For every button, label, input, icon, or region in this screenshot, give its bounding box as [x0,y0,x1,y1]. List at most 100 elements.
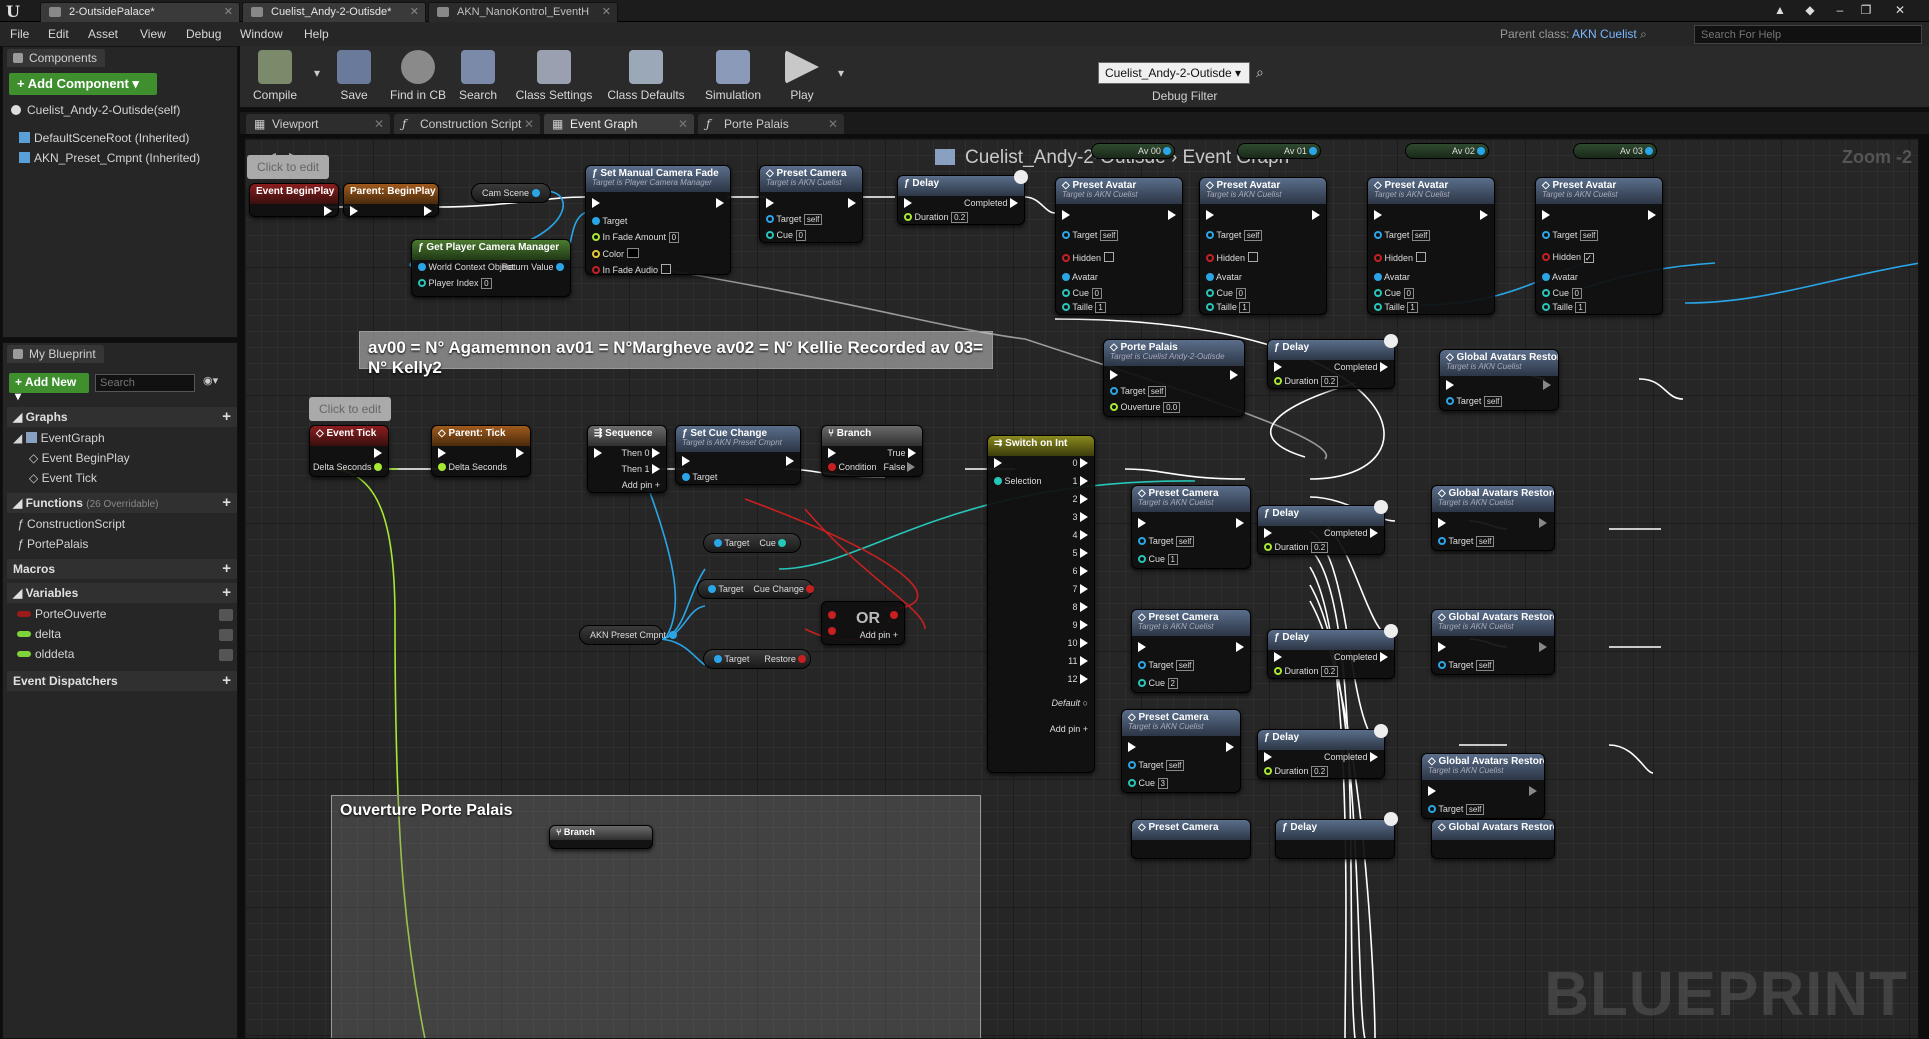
close-tab-icon[interactable]: ✕ [524,117,534,131]
exec-in-pin[interactable] [1110,370,1118,380]
hidden-checkbox-checked[interactable]: ✓ [1583,253,1594,263]
object-pin[interactable] [668,631,677,639]
switch-pin[interactable]: 4 [1072,530,1088,540]
target-pin[interactable]: Target self [1428,804,1485,815]
world-context-pin[interactable]: World Context Object [418,262,514,272]
exec-out-pin[interactable] [848,198,856,208]
exec-out-pin[interactable] [1236,518,1244,528]
component-self[interactable]: Cuelist_Andy-2-Outisde(self) [11,103,180,117]
exec-out-pin[interactable] [1543,380,1552,390]
hidden-pin[interactable]: Hidden ✓ [1542,252,1594,263]
exec-out-pin[interactable] [516,448,524,458]
add-pin-button[interactable]: Add pin + [622,480,660,490]
exec-out-pin[interactable] [1168,210,1176,220]
taille-pin[interactable]: Taille 1 [1206,302,1250,313]
node-preset-camera[interactable]: ◇ Preset Camera Target is AKN Cuelist Tar… [1121,709,1241,793]
exec-in-pin[interactable] [994,458,1002,468]
functions-section-header[interactable]: ◢ Functions (26 Overridable) + [7,493,237,513]
exec-in-pin[interactable] [1446,380,1454,390]
exec-in-pin[interactable] [682,456,690,466]
default-pin[interactable]: Default ○ [1052,698,1088,708]
notification-icon[interactable]: ▲ [1770,1,1790,19]
object-pin[interactable] [531,189,540,197]
click-to-edit-bubble[interactable]: Click to edit [309,397,392,421]
component-akn-preset[interactable]: AKN_Preset_Cmpnt (Inherited) [19,151,200,165]
find-in-cb-button[interactable]: Find in CB [386,50,450,102]
selection-pin[interactable]: Selection [994,476,1042,486]
hidden-checkbox[interactable] [1103,252,1114,262]
target-pin[interactable] [708,585,716,593]
visibility-eye-icon[interactable]: ◉▾ [203,374,218,387]
comment-avatars[interactable]: av00 = N° Agamemnon av01 = N°Margheve av… [359,331,993,377]
menu-asset[interactable]: Asset [88,27,118,41]
exec-in-pin[interactable] [1274,652,1282,662]
components-tab[interactable]: Components [7,49,106,67]
target-pin[interactable]: Target self [1110,386,1167,397]
comment-ouverture-porte-palais[interactable]: Ouverture Porte Palais [331,795,981,1038]
macros-section-header[interactable]: Macros + [7,559,237,579]
node-delay[interactable]: ƒ Delay Completed Duration 0.2 [1257,724,1388,779]
exec-out-pin[interactable] [1539,518,1548,528]
add-function-icon[interactable]: + [222,494,231,511]
target-pin[interactable]: Target self [1438,660,1495,671]
avatar-pin[interactable]: Avatar [1542,272,1578,282]
cue-output-pin[interactable] [778,539,787,547]
menu-debug[interactable]: Debug [186,27,221,41]
tab-construction-script[interactable]: ƒ Construction Script ✕ [394,114,540,134]
node-preset-camera[interactable]: ◇ Preset Camera Target is AKN Cuelist Tar… [1131,609,1251,693]
exec-in-pin[interactable] [1438,518,1446,528]
visibility-eye-icon[interactable] [219,649,233,661]
exec-in-pin[interactable] [1128,742,1136,752]
exec-out-pin[interactable] [324,206,332,216]
cue-pin[interactable]: Cue 0 [1374,288,1414,299]
add-graph-icon[interactable]: + [222,408,231,425]
cue-pin[interactable]: Cue 0 [1542,288,1582,299]
exec-in-pin[interactable] [904,198,912,208]
doc-tab-nanokontrol[interactable]: AKN_NanoKontrol_EventH ✕ [428,2,618,22]
close-tab-icon[interactable]: ✕ [374,117,384,131]
search-icon[interactable]: ⌕ [1640,27,1647,41]
variables-section-header[interactable]: ◢ Variables + [7,583,237,603]
exec-in-pin[interactable] [594,448,602,458]
exec-out-pin[interactable] [1312,210,1320,220]
minimize-icon[interactable]: – [1830,1,1850,19]
node-branch[interactable]: ⑂ Branch [549,825,653,849]
node-porte-palais[interactable]: ◇ Porte Palais Target is Cuelist Andy-2-O… [1103,339,1245,417]
var-av03[interactable]: Av 03 [1573,143,1657,159]
variable-item[interactable]: olddeta [17,647,74,661]
cue-pin[interactable]: Cue 0 [766,230,806,241]
compile-button[interactable]: Compile [248,50,302,102]
exec-in-pin[interactable] [350,206,358,216]
target-pin[interactable]: Target self [1206,230,1263,241]
compile-options-chevron-icon[interactable]: ▾ [310,66,324,80]
node-branch[interactable]: ⑂ Branch True Condition False [821,425,923,477]
node-event-tick[interactable]: ◇ Event Tick Delta Seconds [309,425,389,477]
exec-in-pin[interactable] [766,198,774,208]
node-get-player-camera-manager[interactable]: ƒ Get Player Camera Manager World Contex… [411,239,571,297]
save-button[interactable]: Save [332,50,376,102]
then0-pin[interactable]: Then 0 [621,448,660,458]
graph-item-tick[interactable]: ◇ Event Tick [29,471,97,485]
exec-in-pin[interactable] [592,198,600,208]
exec-out-pin[interactable] [374,448,382,458]
duration-pin[interactable]: Duration 0.2 [1274,376,1339,387]
menu-help[interactable]: Help [304,27,329,41]
fade-audio-pin[interactable]: In Fade Audio [592,264,671,275]
target-pin[interactable]: Target self [1128,760,1185,771]
get-cue-change-node[interactable]: Target Cue Change [697,579,815,599]
var-cam-scene[interactable]: Cam Scene [471,183,551,203]
exec-out-pin[interactable] [1230,370,1238,380]
var-av00[interactable]: Av 00 [1091,143,1175,159]
exec-in-pin[interactable] [438,448,446,458]
close-window-icon[interactable]: ✕ [1890,1,1910,19]
target-pin[interactable]: Target self [1062,230,1119,241]
fade-audio-checkbox[interactable] [660,264,671,274]
node-event-beginplay[interactable]: Event BeginPlay [249,183,339,217]
node-global-avatars-restore[interactable]: ◇ Global Avatars Restore Target is AKN Cu… [1431,485,1555,551]
close-tab-icon[interactable]: ✕ [410,5,419,18]
node-switch-on-int[interactable]: ⇉ Switch on Int Selection 0 1 2 3 4 5 6 … [987,435,1095,773]
help-search-input[interactable] [1694,25,1922,44]
switch-pin[interactable]: 0 [1072,458,1088,468]
node-global-avatars-restore[interactable]: ◇ Global Avatars Restore Target is AKN Cu… [1439,349,1559,411]
variable-item[interactable]: delta [17,627,61,641]
